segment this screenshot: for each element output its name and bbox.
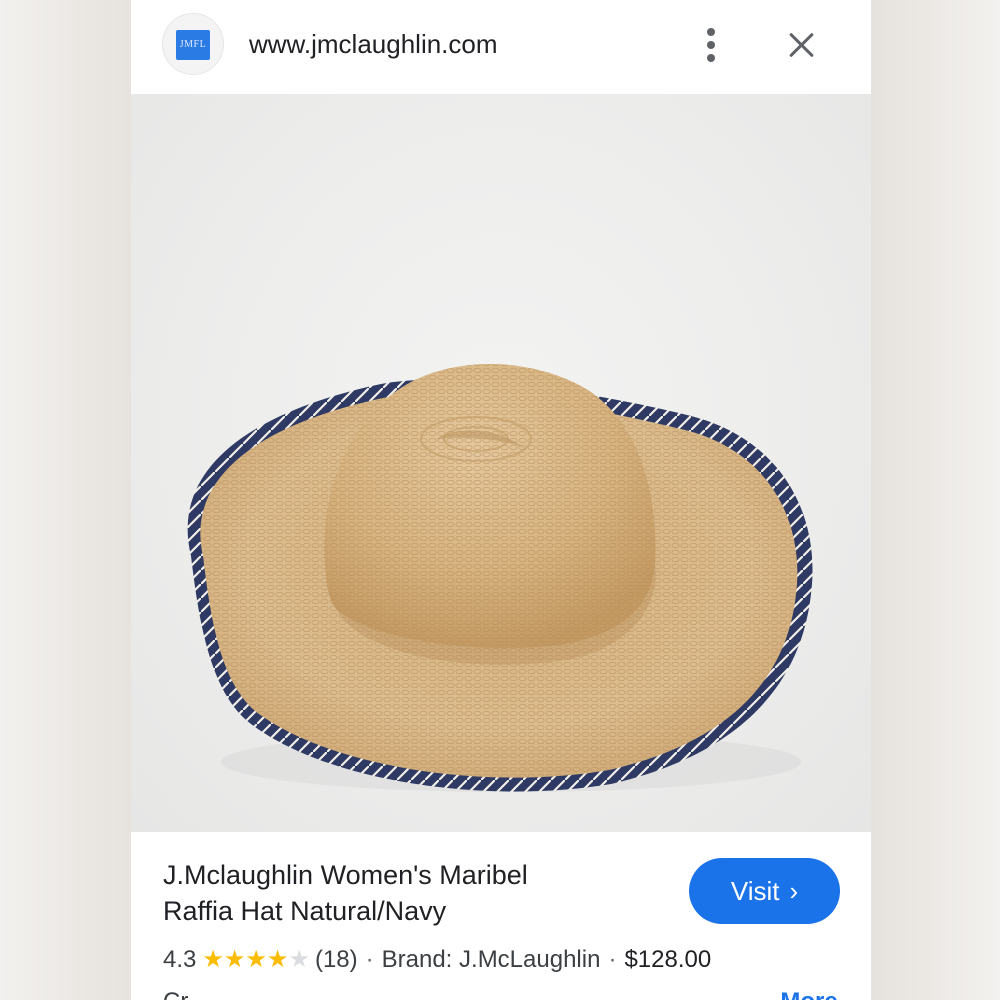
- product-title-line1: J.Mclaughlin Women's Maribel: [163, 860, 528, 890]
- rating-value: 4.3: [163, 946, 197, 973]
- price: $128.00: [624, 946, 712, 973]
- menu-dot: [707, 54, 715, 62]
- product-description: Cr... More: [163, 986, 843, 1000]
- product-image[interactable]: [131, 94, 871, 832]
- favicon-logo: JMFL: [176, 30, 210, 60]
- separator: ·: [608, 946, 617, 973]
- menu-dot: [707, 28, 715, 36]
- star-filled-icon: ★: [245, 946, 267, 973]
- star-filled-icon: ★: [223, 946, 246, 973]
- product-title[interactable]: J.Mclaughlin Women's Maribel Raffia Hat …: [163, 857, 643, 929]
- product-title-line2: Raffia Hat Natural/Navy: [163, 896, 447, 926]
- site-url[interactable]: www.jmclaughlin.com: [249, 28, 498, 60]
- product-meta: 4.3 ★★★★★ (18) · Brand: J.McLaughlin · $128.00: [163, 943, 711, 977]
- background-right: [871, 0, 1000, 1000]
- rating-stars: ★★★★★: [202, 943, 310, 977]
- menu-dot: [707, 41, 715, 49]
- site-favicon: JMFL: [162, 13, 224, 75]
- star-filled-icon: ★: [266, 946, 289, 973]
- more-vert-icon[interactable]: [696, 26, 726, 64]
- brand: Brand: J.McLaughlin: [381, 946, 601, 973]
- hat-illustration: [187, 364, 813, 792]
- description-text: Cr...: [163, 988, 207, 1000]
- star-empty-icon: ★: [288, 946, 310, 973]
- product-sheet: JMFL www.jmclaughlin.com J.Mclaughlin Wo…: [131, 0, 871, 1000]
- more-link[interactable]: More: [780, 988, 837, 1000]
- separator: ·: [365, 946, 374, 973]
- visit-button[interactable]: Visit ›: [689, 858, 840, 924]
- background-left: [0, 0, 131, 1000]
- top-bar: JMFL www.jmclaughlin.com: [131, 0, 871, 94]
- star-filled-icon: ★: [202, 946, 224, 973]
- visit-label: Visit: [730, 876, 780, 906]
- review-count[interactable]: (18): [315, 946, 358, 973]
- chevron-right-icon: ›: [789, 876, 799, 906]
- close-icon[interactable]: [785, 28, 819, 62]
